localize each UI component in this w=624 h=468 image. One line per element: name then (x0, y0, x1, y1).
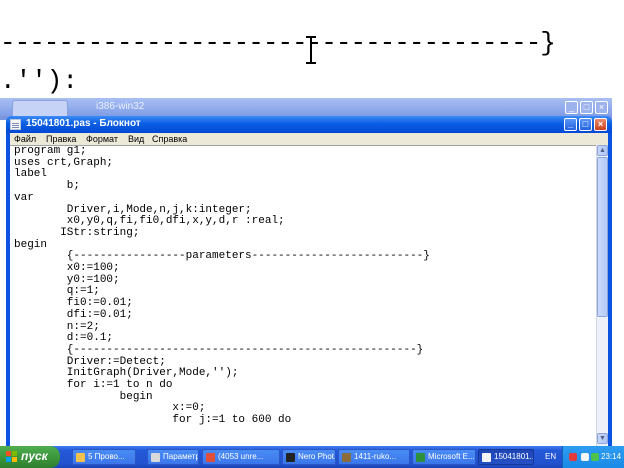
taskbar-app-icon (151, 453, 160, 462)
code-line: IStr:string; (14, 226, 140, 239)
taskbar-button[interactable]: 5 Прово... (72, 449, 136, 465)
taskbar-app-icon (76, 453, 85, 462)
notepad-icon[interactable] (10, 119, 21, 130)
text-editor-area[interactable]: program g1; uses crt,Graph; label b; var Dr… (10, 145, 608, 446)
taskbar-button[interactable]: Nero Phot... (282, 449, 336, 465)
menu-help[interactable]: Справка (152, 133, 187, 145)
taskbar-button-label: 1411-ruko... (354, 452, 397, 461)
code-line: b; (14, 180, 81, 193)
scroll-up-arrow-icon[interactable]: ▲ (597, 145, 608, 156)
windows-flag-icon (6, 451, 18, 463)
volume-tray-icon[interactable] (581, 453, 589, 461)
taskbar-app-icon (286, 453, 295, 462)
taskbar-app-icon (342, 453, 351, 462)
code-line: {---------------------------------------… (14, 343, 424, 356)
code-text: program g1; uses crt,Graph; label b; var Dr… (14, 146, 430, 427)
minimize-button[interactable]: _ (564, 118, 577, 131)
scrollbar-thumb[interactable] (597, 157, 608, 317)
antivirus-tray-icon[interactable] (569, 453, 577, 461)
start-button[interactable]: пуск (0, 446, 60, 468)
start-label: пуск (21, 449, 48, 463)
network-tray-icon[interactable] (591, 453, 599, 461)
taskbar-app-icon (206, 453, 215, 462)
close-button[interactable]: × (594, 118, 607, 131)
taskbar: пуск 5 Прово... Параметр... (4053 unre... N… (0, 446, 624, 468)
menu-format[interactable]: Формат (86, 133, 118, 145)
clock: 23:14 (601, 452, 622, 461)
code-line: dfi:=0.01; (14, 308, 133, 321)
window-title: 15041801.pas - Блокнот (26, 118, 141, 129)
scroll-down-arrow-icon[interactable]: ▼ (597, 433, 608, 444)
code-line: uses crt,Graph; (14, 156, 114, 169)
language-indicator[interactable]: EN (545, 452, 556, 461)
background-window-title: i386-win32 (96, 101, 145, 112)
maximize-button[interactable]: □ (579, 118, 592, 131)
taskbar-button-label: Параметр... (163, 452, 199, 461)
background-close-button[interactable]: × (595, 101, 608, 114)
menu-file[interactable]: Файл (14, 133, 36, 145)
code-line: program g1; (14, 145, 87, 157)
background-minimize-button[interactable]: _ (565, 101, 578, 114)
menu-view[interactable]: Вид (128, 133, 144, 145)
vertical-scrollbar[interactable]: ▲ ▼ (596, 145, 608, 446)
code-line: x0:=100; (14, 262, 120, 275)
taskbar-app-icon (416, 453, 425, 462)
background-code-line: .''): (0, 66, 79, 96)
window-titlebar[interactable]: 15041801.pas - Блокнот _ □ × (6, 116, 612, 133)
taskbar-button[interactable]: 1411-ruko... (338, 449, 410, 465)
background-code-line: -------------------------------------} (0, 28, 556, 58)
code-line: for i:=1 to n do (14, 379, 173, 392)
taskbar-button[interactable]: (4053 unre... (202, 449, 280, 465)
notepad-window: 15041801.pas - Блокнот _ □ × Файл Правка… (6, 116, 612, 446)
code-line: for j:=1 to 600 do (14, 414, 292, 427)
taskbar-button-label: Microsoft E... (428, 452, 475, 461)
taskbar-button-label: 15041801.... (494, 452, 534, 461)
taskbar-button[interactable]: Microsoft E... (412, 449, 476, 465)
text-cursor-icon (306, 36, 316, 66)
background-window-titlebar (0, 98, 612, 116)
taskbar-button[interactable]: 15041801.... (478, 449, 534, 465)
system-tray: 23:14 (562, 446, 624, 468)
menu-edit[interactable]: Правка (46, 133, 76, 145)
taskbar-app-icon (482, 453, 491, 462)
menu-bar: Файл Правка Формат Вид Справка (10, 133, 608, 145)
taskbar-button-label: (4053 unre... (218, 452, 264, 461)
taskbar-button[interactable]: Параметр... (147, 449, 199, 465)
background-zoomed-view: -------------------------------------} .… (0, 0, 624, 100)
background-maximize-button[interactable]: □ (580, 101, 593, 114)
code-line: var (14, 191, 34, 204)
taskbar-button-label: Nero Phot... (298, 452, 336, 461)
taskbar-button-label: 5 Прово... (88, 452, 125, 461)
